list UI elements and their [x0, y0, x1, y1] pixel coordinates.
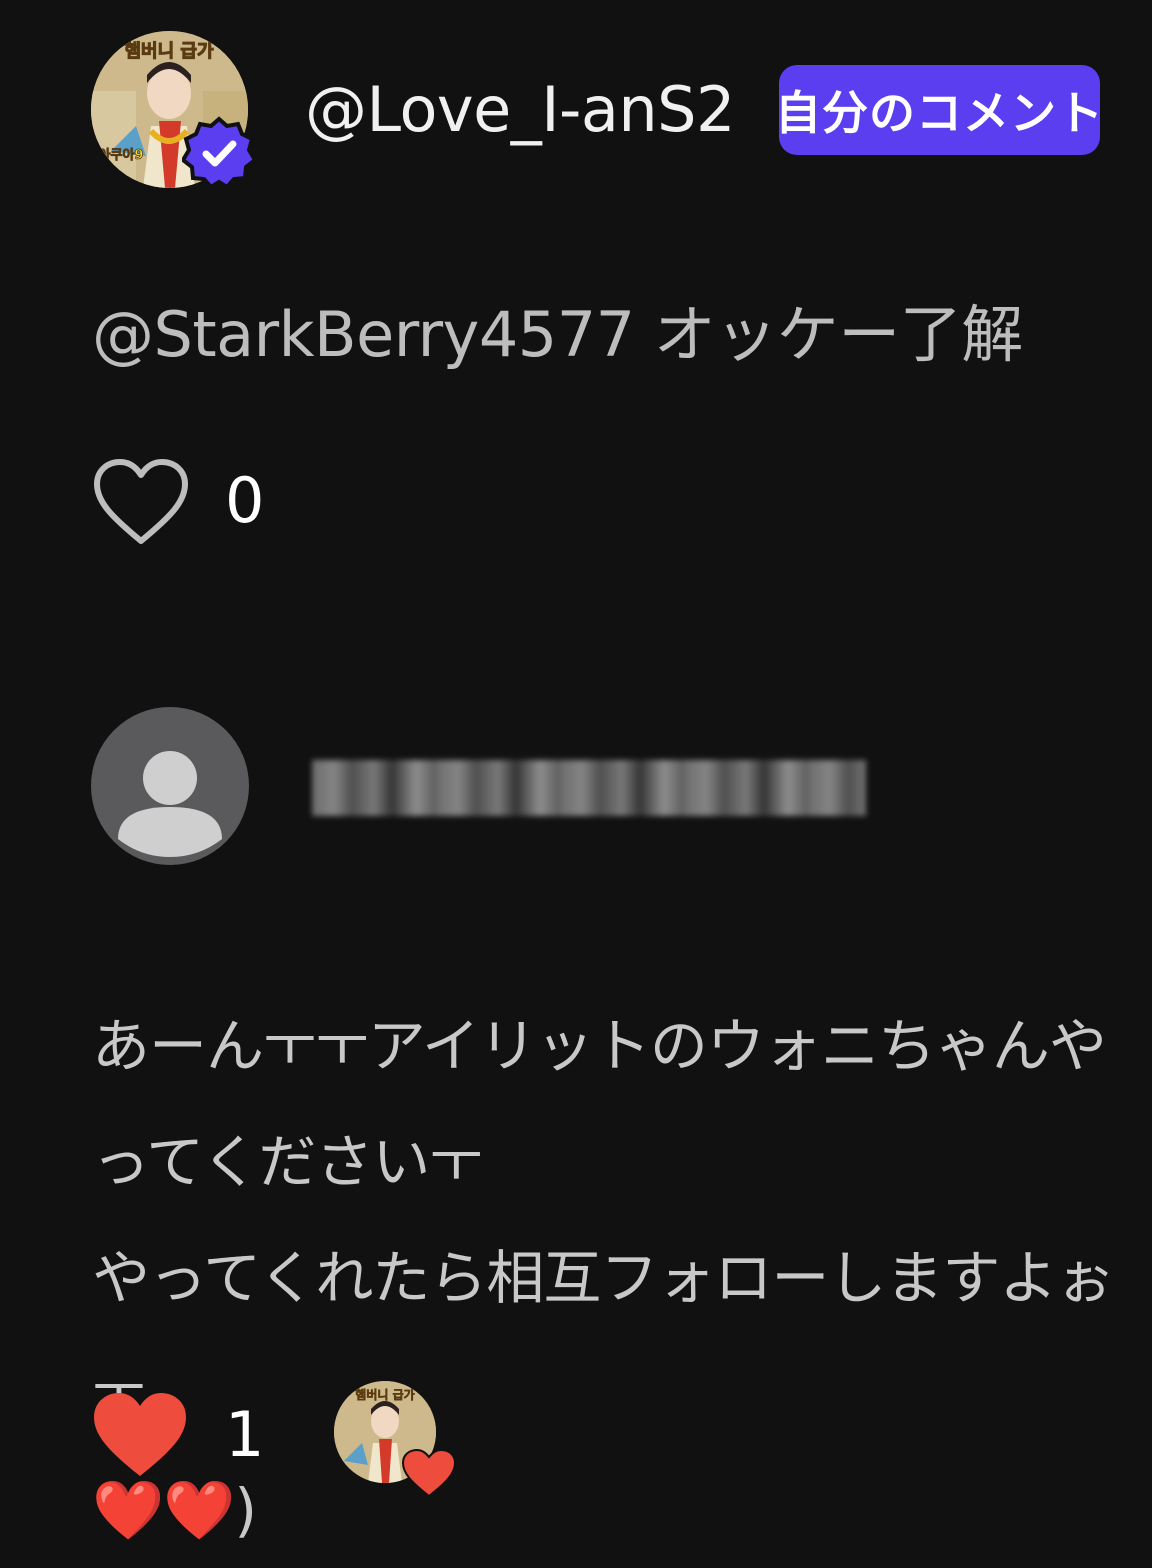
verified-badge-icon [180, 116, 258, 190]
comment-text: あーんㅜㅜアイリットのウォニちゃんやってくださいㅜ やってくれたら相互フォローし… [92, 1012, 1114, 1544]
comment-text: @StarkBerry4577 オッケー了解 [92, 298, 1023, 371]
svg-text:햄버니 급가: 햄버니 급가 [355, 1387, 414, 1402]
heart-filled-icon[interactable] [90, 1390, 190, 1480]
svg-text:아쿠아9: 아쿠아9 [99, 147, 144, 163]
blurred-username[interactable] [312, 760, 866, 816]
like-count: 0 [225, 464, 265, 537]
comment-author[interactable]: @Love_I-anS2 [305, 70, 735, 150]
heart-outline-icon[interactable] [92, 457, 190, 547]
default-avatar[interactable] [91, 707, 249, 865]
creator-heart-icon [400, 1447, 458, 1499]
svg-text:햄버니 급가: 햄버니 급가 [124, 41, 214, 62]
own-comment-badge: 自分のコメント [775, 65, 1103, 155]
like-count: 1 [225, 1398, 265, 1471]
